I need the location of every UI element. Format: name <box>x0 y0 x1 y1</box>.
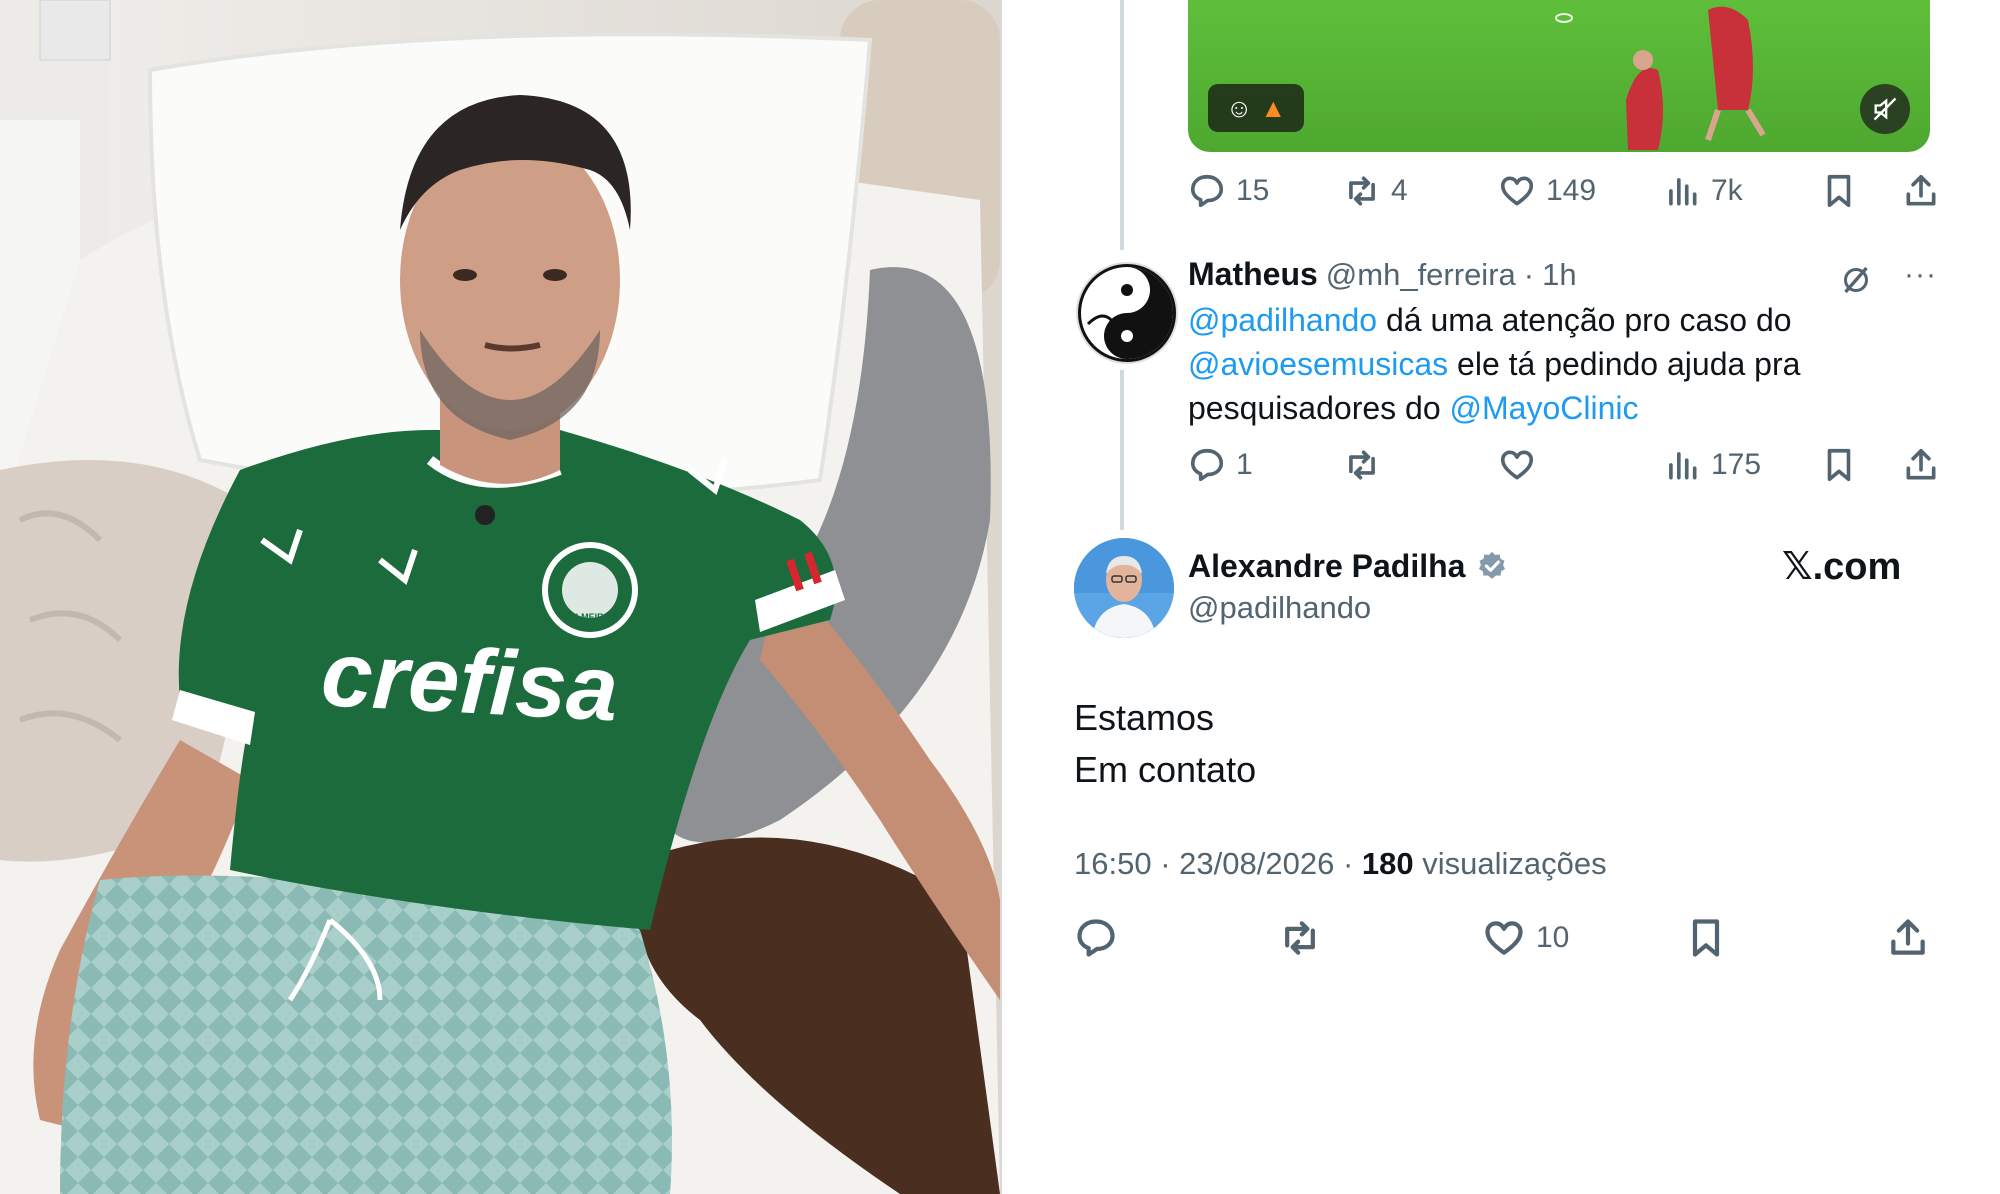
mention-link[interactable]: @avioesemusicas <box>1188 346 1448 382</box>
grok-icon[interactable] <box>1838 262 1874 298</box>
yin-yang-wave-avatar <box>1081 267 1173 359</box>
tweet-time[interactable]: 1h <box>1542 257 1576 293</box>
like-button[interactable]: 10 <box>1482 916 1569 960</box>
separator-dot: · <box>1342 846 1354 881</box>
bookmark-button[interactable] <box>1820 172 1858 210</box>
x-com-watermark: 𝕏.com <box>1782 546 1902 588</box>
views-label: visualizações <box>1422 846 1607 881</box>
video-photo: PALMEIRAS crefisa <box>0 0 1000 1194</box>
repost-button[interactable] <box>1278 916 1322 960</box>
share-icon <box>1906 448 1936 480</box>
repost-icon <box>1349 450 1375 480</box>
views-count: 180 <box>1361 846 1414 881</box>
author-name[interactable]: Matheus <box>1188 256 1318 293</box>
more-options-icon[interactable]: ··· <box>1904 258 1944 298</box>
view-count: 175 <box>1711 448 1762 481</box>
text-fragment: dá uma atenção pro caso do <box>1377 302 1792 338</box>
media-tweet-actions: 15 4 149 7k <box>1188 172 1948 212</box>
like-button[interactable]: 149 <box>1498 172 1596 210</box>
main-tweet-text: Estamos Em contato <box>1074 692 1256 796</box>
view-count: 7k <box>1711 174 1743 207</box>
repost-icon <box>1349 176 1375 206</box>
video-thumbnail[interactable]: ☺ ▲ <box>1188 0 1930 152</box>
thread-line <box>1120 0 1124 250</box>
share-button[interactable] <box>1902 446 1940 484</box>
reply-tweet-text: @padilhando dá uma atenção pro caso do @… <box>1188 298 1948 430</box>
reply-count: 1 <box>1236 448 1253 481</box>
reply-icon <box>1190 448 1224 482</box>
tweet-time[interactable]: 16:50 <box>1074 846 1152 881</box>
bookmark-icon <box>1827 448 1851 482</box>
reply-tweet-header: Matheus @mh_ferreira · 1h <box>1188 256 1948 300</box>
like-button[interactable] <box>1498 446 1536 484</box>
jersey-sponsor: crefisa <box>319 623 621 740</box>
like-count: 10 <box>1536 921 1570 954</box>
bookmark-icon <box>1692 919 1720 957</box>
main-tweet-header: Alexandre Padilha <box>1188 544 1509 588</box>
verified-badge-icon <box>1479 551 1506 579</box>
tweet-thread: ☺ ▲ 15 4 149 7k Matheus @mh_ferreira · 1… <box>1002 0 2000 1194</box>
account-badge: ☺ ▲ <box>1208 84 1304 132</box>
reply-button[interactable]: 15 <box>1188 172 1269 210</box>
main-tweet-actions: 10 <box>1074 916 1954 960</box>
reply-count: 15 <box>1236 174 1270 207</box>
share-icon <box>1906 174 1936 206</box>
heart-icon <box>1500 450 1534 480</box>
repost-icon <box>1285 921 1315 955</box>
tweet-metadata: 16:50 · 23/08/2026 · 180 visualizações <box>1074 846 1607 882</box>
author-handle[interactable]: @padilhando <box>1188 590 1371 626</box>
tweet-date[interactable]: 23/08/2026 <box>1179 846 1334 881</box>
ghost-icon: ☺ <box>1225 92 1253 123</box>
views-button[interactable]: 7k <box>1663 172 1743 210</box>
repost-button[interactable] <box>1343 446 1381 484</box>
share-button[interactable] <box>1886 916 1930 960</box>
avatar[interactable] <box>1074 538 1174 638</box>
views-button[interactable]: 175 <box>1663 446 1761 484</box>
share-button[interactable] <box>1902 172 1940 210</box>
grok-slash-icon <box>1844 266 1868 294</box>
reply-button[interactable]: 1 <box>1188 446 1253 484</box>
thread-line <box>1120 370 1124 530</box>
tweet-text-line: Estamos <box>1074 697 1215 738</box>
mention-link[interactable]: @padilhando <box>1188 302 1377 338</box>
separator-dot: · <box>1523 257 1535 292</box>
jersey-badge-text: PALMEIRAS <box>564 612 616 622</box>
reply-icon <box>1077 919 1115 957</box>
fox-icon: ▲ <box>1260 92 1287 123</box>
hospital-photo: PALMEIRAS crefisa <box>0 0 1000 1194</box>
avatar[interactable] <box>1076 262 1178 364</box>
bookmark-icon <box>1827 174 1851 208</box>
bookmark-button[interactable] <box>1820 446 1858 484</box>
separator-dot: · <box>1160 846 1171 881</box>
analytics-icon <box>1669 178 1697 206</box>
analytics-icon <box>1669 452 1697 480</box>
mute-button[interactable] <box>1860 84 1910 134</box>
share-icon <box>1891 919 1925 955</box>
speaker-muted-icon <box>1873 97 1897 121</box>
bookmark-button[interactable] <box>1684 916 1728 960</box>
reply-icon <box>1190 174 1224 208</box>
author-name[interactable]: Alexandre Padilha <box>1188 548 1465 585</box>
mention-link[interactable]: @MayoClinic <box>1450 390 1639 426</box>
reply-button[interactable] <box>1074 916 1118 960</box>
reply-tweet-actions: 1 175 <box>1188 446 1948 486</box>
heart-icon <box>1485 921 1523 955</box>
repost-count: 4 <box>1391 174 1408 207</box>
heart-icon <box>1500 176 1534 206</box>
tweet-text-line: Em contato <box>1074 749 1257 790</box>
profile-photo-avatar <box>1074 538 1174 638</box>
repost-button[interactable]: 4 <box>1343 172 1408 210</box>
like-count: 149 <box>1546 174 1597 207</box>
author-handle[interactable]: @mh_ferreira <box>1326 257 1516 293</box>
